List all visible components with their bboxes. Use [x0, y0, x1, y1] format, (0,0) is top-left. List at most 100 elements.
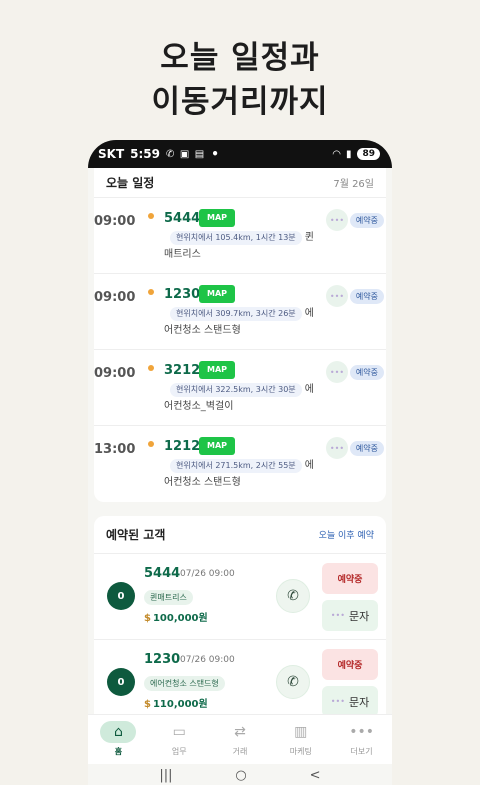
chat-icon[interactable]: •••	[326, 285, 348, 307]
distance-badge: 현위치에서 322.5km, 3시간 30분	[170, 383, 302, 397]
service-name: 어컨청소 스탠드형	[164, 477, 241, 488]
money-bag-icon: $	[144, 699, 151, 710]
schedule-item[interactable]: 09:00 3212 MAP 현위치에서 322.5km, 3시간 30분 에 …	[94, 350, 386, 426]
schedule-dot-icon	[148, 365, 154, 371]
schedule-dot-icon	[148, 441, 154, 447]
nav-item-home[interactable]: ⌂ 홈	[88, 715, 149, 764]
map-button[interactable]: MAP	[199, 361, 236, 379]
status-badge: 예약중	[349, 365, 384, 380]
chat-icon[interactable]: •••	[326, 361, 348, 383]
schedule-dot-icon	[148, 213, 154, 219]
nav-label: 더보기	[350, 747, 373, 756]
schedule-time: 09:00	[94, 290, 136, 305]
bar-chart-icon: ▥	[294, 724, 308, 740]
service-name-start: 에	[304, 384, 314, 395]
nav-item-marketing[interactable]: ▥ 마케팅	[270, 715, 331, 764]
reserve-status-button[interactable]: 예약중	[322, 649, 378, 680]
nav-label: 거래	[232, 747, 248, 756]
nav-item-more[interactable]: ••• 더보기	[331, 715, 392, 764]
schedule-number: 1230	[164, 287, 201, 302]
reserved-customers-title: 예약된 고객	[106, 528, 166, 542]
back-icon[interactable]: <	[310, 768, 321, 783]
distance-badge: 현위치에서 105.4km, 1시간 13분	[170, 231, 302, 245]
phone-frame: SKT 5:59 ✆ ▣ ▤ • ◠ ▮ 89 오늘 일정 7월 26일 09:…	[88, 140, 392, 785]
nav-label: 업무	[171, 747, 187, 756]
map-button[interactable]: MAP	[199, 437, 236, 455]
phone-call-button[interactable]: ✆	[276, 665, 310, 699]
future-reservations-link[interactable]: 오늘 이후 예약	[319, 528, 374, 541]
notification-dot: •	[211, 147, 219, 161]
clock: 5:59	[130, 147, 160, 161]
more-icon: •••	[349, 724, 374, 740]
chat-icon: •••	[330, 697, 345, 706]
phone-icon: ✆	[287, 588, 299, 604]
carrier-label: SKT	[98, 147, 125, 161]
sms-label: 문자	[348, 609, 370, 623]
chat-icon[interactable]: •••	[326, 209, 348, 231]
customer-row[interactable]: 0 5444 07/26 09:00 퀸매트리스 $100,000원 ✆ 예약중…	[94, 554, 386, 640]
customer-number: 1230	[144, 652, 181, 667]
schedule-item[interactable]: 09:00 5444 MAP 현위치에서 105.4km, 1시간 13분 퀸 …	[94, 198, 386, 274]
system-nav-bar: ||| ○ <	[88, 764, 392, 785]
service-name-start: 에	[304, 460, 314, 471]
schedule-number: 5444	[164, 211, 201, 226]
status-badge: 예약중	[349, 289, 384, 304]
chat-icon: •••	[330, 611, 345, 620]
battery-icon: 89	[357, 148, 380, 160]
today-date: 7월 26일	[333, 179, 374, 190]
nav-item-work[interactable]: ▭ 업무	[149, 715, 210, 764]
avatar: 0	[107, 582, 135, 610]
avatar: 0	[107, 668, 135, 696]
home-icon: ⌂	[100, 721, 137, 743]
schedule-dot-icon	[148, 289, 154, 295]
sms-button[interactable]: ••• 문자	[322, 600, 378, 631]
customer-datetime: 07/26 09:00	[180, 655, 235, 665]
service-name-start: 퀸	[304, 232, 314, 243]
notification-icons: ✆ ▣ ▤	[166, 148, 206, 160]
status-badge: 예약중	[349, 441, 384, 456]
phone-call-button[interactable]: ✆	[276, 579, 310, 613]
main-content[interactable]: 오늘 일정 7월 26일 09:00 5444 MAP 현위치에서 105.4k…	[88, 168, 392, 714]
bottom-nav: ⌂ 홈 ▭ 업무 ⇄ 거래 ▥ 마케팅 ••• 더보기	[88, 714, 392, 764]
schedule-time: 09:00	[94, 214, 136, 229]
service-name: 어컨청소_벽걸이	[164, 401, 234, 412]
clipboard-icon: ▭	[172, 724, 186, 740]
status-bar: SKT 5:59 ✆ ▣ ▤ • ◠ ▮ 89	[88, 140, 392, 168]
map-button[interactable]: MAP	[199, 209, 236, 227]
distance-badge: 현위치에서 271.5km, 2시간 55분	[170, 459, 302, 473]
status-badge: 예약중	[349, 213, 384, 228]
price-value: 110,000원	[152, 699, 208, 710]
distance-badge: 현위치에서 309.7km, 3시간 26분	[170, 307, 302, 321]
today-schedule-card: 오늘 일정 7월 26일 09:00 5444 MAP 현위치에서 105.4k…	[94, 168, 386, 502]
today-schedule-header: 오늘 일정 7월 26일	[94, 168, 386, 198]
service-name: 매트리스	[164, 249, 201, 260]
reserve-status-button[interactable]: 예약중	[322, 563, 378, 594]
customer-row[interactable]: 0 1230 07/26 09:00 에어컨청소 스탠드형 $110,000원 …	[94, 640, 386, 714]
sms-label: 문자	[348, 695, 370, 709]
service-tag: 퀸매트리스	[144, 590, 193, 605]
service-name-start: 에	[304, 308, 314, 319]
customer-datetime: 07/26 09:00	[180, 569, 235, 579]
service-tag: 에어컨청소 스탠드형	[144, 676, 225, 691]
nav-label: 마케팅	[289, 747, 312, 756]
money-bag-icon: $	[144, 613, 151, 624]
nav-label: 홈	[114, 747, 123, 756]
nav-item-trade[interactable]: ⇄ 거래	[210, 715, 271, 764]
chat-icon[interactable]: •••	[326, 437, 348, 459]
sms-button[interactable]: ••• 문자	[322, 686, 378, 714]
wifi-signal-icon: ◠ ▮	[332, 148, 353, 160]
schedule-time: 09:00	[94, 366, 136, 381]
home-circle-icon[interactable]: ○	[235, 768, 246, 783]
customer-price: $100,000원	[144, 609, 208, 624]
map-button[interactable]: MAP	[199, 285, 236, 303]
swap-icon: ⇄	[234, 724, 246, 740]
headline-line-1: 오늘 일정과	[160, 40, 320, 76]
price-value: 100,000원	[152, 613, 208, 624]
schedule-item[interactable]: 09:00 1230 MAP 현위치에서 309.7km, 3시간 26분 에 …	[94, 274, 386, 350]
schedule-number: 1212	[164, 439, 201, 454]
promo-headline: 오늘 일정과 이동거리까지	[0, 36, 480, 124]
customer-number: 5444	[144, 566, 181, 581]
recent-apps-icon[interactable]: |||	[159, 768, 172, 783]
schedule-item[interactable]: 13:00 1212 MAP 현위치에서 271.5km, 2시간 55분 에 …	[94, 426, 386, 502]
customer-price: $110,000원	[144, 695, 208, 710]
